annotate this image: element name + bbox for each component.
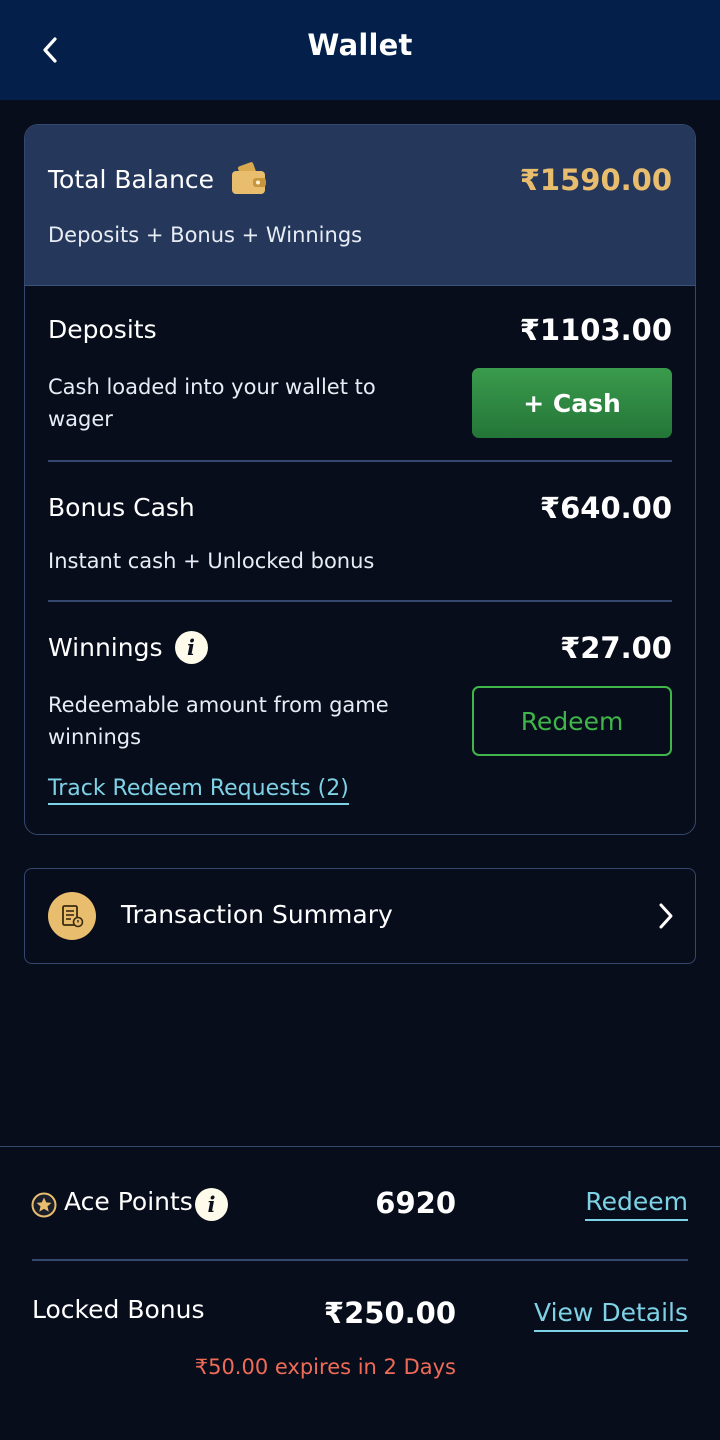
redeem-winnings-button[interactable]: Redeem	[472, 686, 672, 756]
app-header: Wallet	[0, 0, 720, 100]
locked-bonus-label: Locked Bonus	[32, 1295, 205, 1324]
winnings-amount: ₹27.00	[560, 631, 672, 665]
ace-points-label: Ace Points	[64, 1187, 193, 1216]
divider	[32, 1259, 688, 1261]
add-cash-button[interactable]: + Cash	[472, 368, 672, 438]
total-balance-amount: ₹1590.00	[519, 163, 672, 197]
locked-bonus-amount: ₹250.00	[323, 1296, 456, 1330]
balance-card: Total Balance ₹1590.00 Deposits + Bonus …	[24, 124, 696, 835]
deposits-amount: ₹1103.00	[519, 313, 672, 347]
page-title: Wallet	[307, 28, 413, 62]
divider	[48, 600, 672, 602]
ace-points-redeem-link[interactable]: Redeem	[585, 1187, 688, 1221]
star-badge-icon	[31, 1192, 57, 1218]
transaction-summary-row[interactable]: Transaction Summary	[24, 868, 696, 964]
chevron-right-icon	[659, 903, 673, 929]
ace-points-value: 6920	[375, 1186, 456, 1220]
winnings-description: Redeemable amount from game winnings	[48, 693, 389, 749]
view-details-link[interactable]: View Details	[534, 1298, 688, 1332]
deposits-label: Deposits	[48, 315, 157, 344]
info-icon[interactable]: i	[174, 631, 208, 664]
bottom-panel: Ace Points i 6920 Redeem Locked Bonus ₹2…	[0, 1146, 720, 1440]
bonus-cash-description: Instant cash + Unlocked bonus	[48, 549, 375, 573]
bonus-cash-amount: ₹640.00	[539, 491, 672, 525]
transaction-summary-label: Transaction Summary	[121, 900, 393, 929]
info-icon[interactable]: i	[195, 1188, 228, 1221]
divider	[48, 460, 672, 462]
total-balance-subtitle: Deposits + Bonus + Winnings	[48, 223, 363, 247]
total-balance-section: Total Balance ₹1590.00 Deposits + Bonus …	[25, 125, 695, 286]
wallet-icon	[232, 162, 266, 194]
track-redeem-requests-link[interactable]: Track Redeem Requests (2)	[48, 776, 349, 805]
receipt-icon	[48, 892, 96, 940]
total-balance-label: Total Balance	[48, 165, 215, 194]
deposits-description: Cash loaded into your wallet to wager	[48, 375, 376, 431]
winnings-label: Winnings	[48, 633, 163, 662]
winnings-header: Winnings i	[48, 631, 208, 664]
locked-bonus-expiry: ₹50.00 expires in 2 Days	[194, 1355, 456, 1379]
bonus-cash-label: Bonus Cash	[48, 493, 195, 522]
